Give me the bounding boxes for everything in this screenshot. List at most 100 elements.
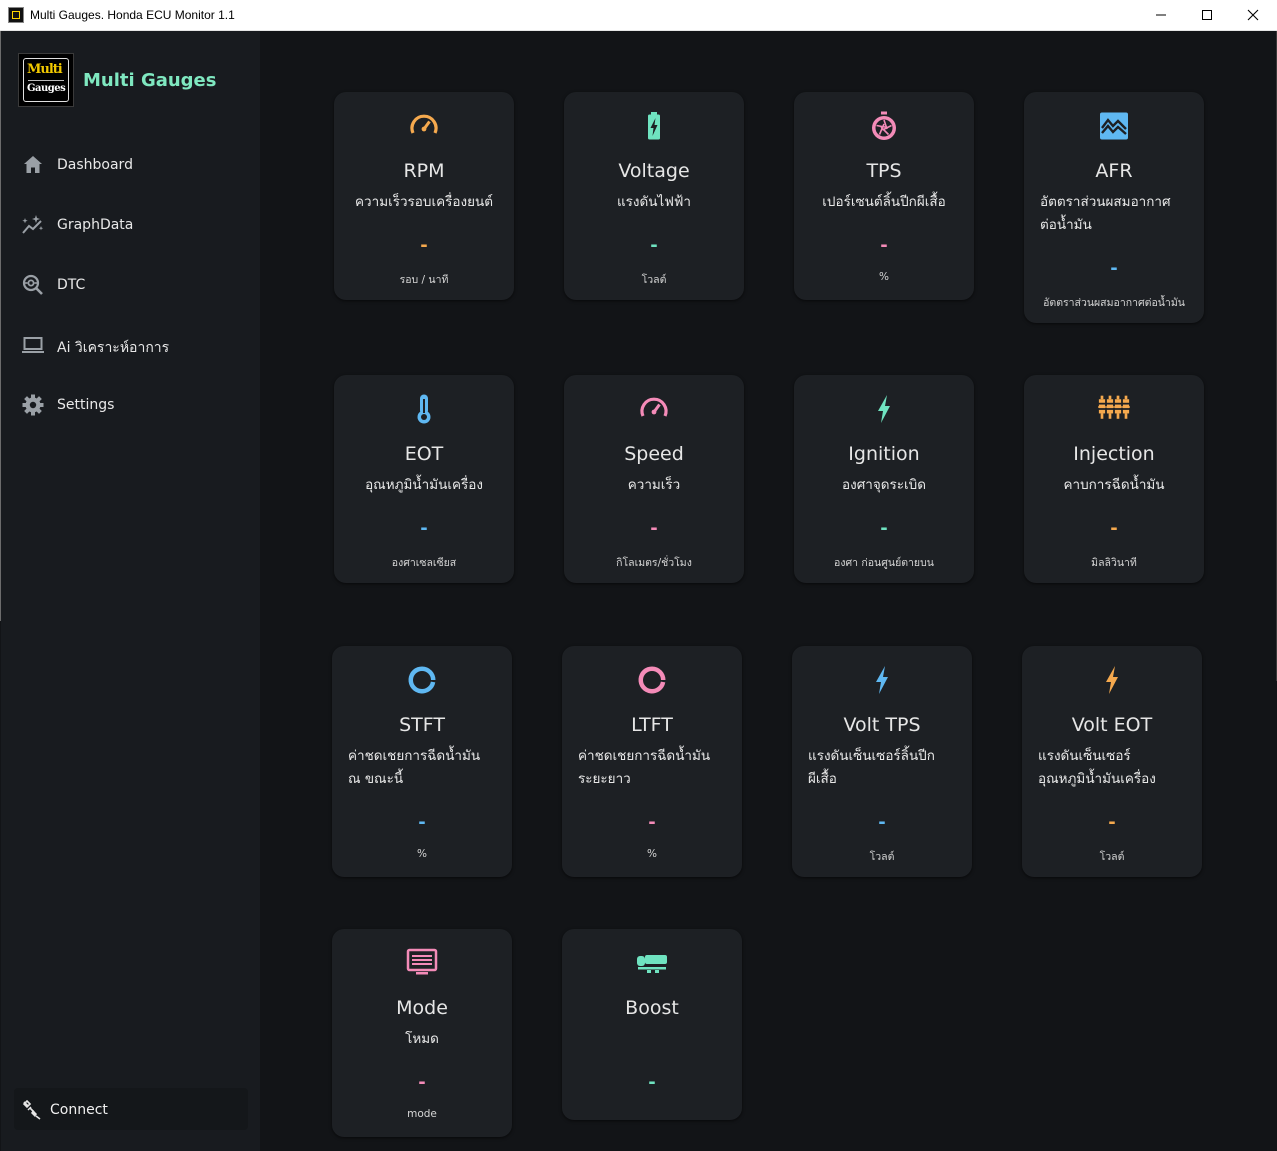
gauge-card-volt-eot[interactable]: Volt EOT แรงดันเซ็นเซอร์ อุณหภูมิน้ำมันเ… (1022, 646, 1202, 877)
sidebar-item-settings[interactable]: Settings (21, 388, 251, 420)
gauge-unit: % (879, 271, 889, 283)
connect-button[interactable]: Connect (14, 1088, 248, 1130)
gauge-unit: องศาเซลเซียส (391, 557, 457, 569)
thermometer-icon (417, 394, 431, 424)
gauge-card-voltage[interactable]: Voltage แรงดันไฟฟ้า - โวลต์ (564, 92, 744, 300)
gauge-value: - (880, 235, 888, 256)
lightning-icon (1106, 666, 1118, 694)
sidebar-item-label: GraphData (57, 217, 134, 233)
close-button[interactable] (1230, 0, 1276, 31)
gauge-title: Speed (624, 443, 684, 465)
gauge-subtitle-line: อุณหภูมิน้ำมันเครื่อง (1038, 771, 1156, 787)
gauge-subtitle-line: แรงดันเซ็นเซอร์ลิ้นปีก (808, 748, 935, 764)
gauge-value: - (1108, 812, 1116, 833)
gauge-card-rpm[interactable]: RPM ความเร็วรอบเครื่องยนต์ - รอบ / นาที (334, 92, 514, 300)
gauge-unit: มิลลิวินาที (1091, 557, 1137, 569)
gauge-title: Ignition (848, 443, 920, 465)
gauge-unit: % (647, 848, 657, 860)
sidebar-item-ai-analysis[interactable]: Ai วิเคราะห์อาการ (21, 328, 251, 360)
sidebar-item-graphdata[interactable]: GraphData (21, 208, 251, 240)
donut-icon (408, 666, 436, 694)
wave-chart-icon (1100, 112, 1128, 140)
gauge-value: - (880, 518, 888, 539)
sidebar-item-dashboard[interactable]: Dashboard (21, 148, 251, 180)
gauge-card-boost[interactable]: Boost - (562, 929, 742, 1120)
gauge-subtitle: อุณหภูมิน้ำมันเครื่อง (365, 477, 483, 493)
minimize-icon (1156, 14, 1166, 16)
connect-label: Connect (50, 1102, 108, 1118)
gauge-subtitle-line: ณ ขณะนี้ (348, 771, 404, 787)
gauge-subtitle: เปอร์เซนต์ลิ้นปีกผีเสื้อ (822, 194, 946, 210)
gauge-value: - (418, 1072, 426, 1093)
gauge-card-stft[interactable]: STFT ค่าชดเชยการฉีดน้ำมัน ณ ขณะนี้ - % (332, 646, 512, 877)
gauge-unit: กิโลเมตร/ชั่วโมง (616, 557, 692, 569)
minimize-button[interactable] (1138, 0, 1184, 31)
gauge-subtitle: โหมด (405, 1031, 439, 1047)
gauge-title: RPM (403, 160, 445, 182)
logo-text-multi: Multi (27, 62, 63, 77)
app-logo: Multi Gauges (18, 53, 74, 107)
gauge-title: Injection (1073, 443, 1155, 465)
gauge-value: - (1110, 518, 1118, 539)
gauge-subtitle: แรงดันเซ็นเซอร์ลิ้นปีก ผีเสื้อ (808, 745, 964, 791)
gauge-unit: อัตตราส่วนผสมอากาศต่อน้ำมัน (1043, 297, 1185, 309)
gauge-card-afr[interactable]: AFR อัตตราส่วนผสมอากาศ ต่อน้ำมัน - อัตตร… (1024, 92, 1204, 323)
sidebar-item-label: Ai วิเคราะห์อาการ (57, 340, 170, 356)
gauge-value: - (650, 518, 658, 539)
gauge-title: LTFT (631, 714, 673, 736)
gauge-subtitle: ค่าชดเชยการฉีดน้ำมัน ณ ขณะนี้ (348, 745, 504, 791)
window-title: Multi Gauges. Honda ECU Monitor 1.1 (30, 8, 235, 22)
gauge-unit: รอบ / นาที (399, 274, 449, 286)
gauge-value: - (650, 235, 658, 256)
sparkle-chart-icon (22, 215, 44, 234)
gauge-subtitle-line: ผีเสื้อ (808, 771, 837, 787)
donut-icon (638, 666, 666, 694)
gauge-value: - (878, 812, 886, 833)
gauge-title: Volt TPS (843, 714, 921, 736)
gauge-subtitle: อัตตราส่วนผสมอากาศ ต่อน้ำมัน (1040, 191, 1196, 237)
sidebar: Multi Gauges Multi Gauges Dashboard Grap… (1, 31, 260, 1151)
sidebar-item-dtc[interactable]: DTC (21, 268, 251, 300)
gauge-subtitle-line: แรงดันเซ็นเซอร์ (1038, 748, 1131, 764)
gauge-title: Voltage (618, 160, 690, 182)
gauge-unit: mode (407, 1108, 437, 1120)
gauge-title: TPS (866, 160, 902, 182)
laptop-icon (22, 337, 44, 353)
gauge-unit: โวลต์ (869, 851, 895, 863)
gauge-card-injection[interactable]: Injection คาบการฉีดน้ำมัน - มิลลิวินาที (1024, 375, 1204, 583)
lightning-icon (876, 666, 888, 694)
gauge-value: - (648, 1072, 656, 1093)
gauge-card-ignition[interactable]: Ignition องศาจุดระเบิด - องศา ก่อนศูนย์ต… (794, 375, 974, 583)
gauge-value: - (418, 812, 426, 833)
battery-charging-icon (648, 112, 660, 140)
gauge-subtitle-line: ค่าชดเชยการฉีดน้ำมัน (348, 748, 481, 764)
gauge-subtitle-line: ระยะยาว (578, 771, 631, 787)
gauge-card-speed[interactable]: Speed ความเร็ว - กิโลเมตร/ชั่วโมง (564, 375, 744, 583)
gear-icon (22, 394, 44, 416)
sidebar-item-label: Settings (57, 397, 115, 413)
maximize-icon (1202, 10, 1212, 20)
maximize-button[interactable] (1184, 0, 1230, 31)
gauge-subtitle: ค่าชดเชยการฉีดน้ำมัน ระยะยาว (578, 745, 734, 791)
gauge-subtitle: คาบการฉีดน้ำมัน (1063, 477, 1165, 493)
gauge-card-mode[interactable]: Mode โหมด - mode (332, 929, 512, 1137)
gauge-card-volt-tps[interactable]: Volt TPS แรงดันเซ็นเซอร์ลิ้นปีก ผีเสื้อ … (792, 646, 972, 877)
sidebar-item-label: Dashboard (57, 157, 133, 173)
home-icon (24, 156, 42, 173)
gauge-card-eot[interactable]: EOT อุณหภูมิน้ำมันเครื่อง - องศาเซลเซียส (334, 375, 514, 583)
window-titlebar: Multi Gauges. Honda ECU Monitor 1.1 (0, 0, 1277, 31)
injectors-icon (1098, 395, 1130, 419)
brand-name: Multi Gauges (83, 70, 217, 91)
gauge-card-ltft[interactable]: LTFT ค่าชดเชยการฉีดน้ำมัน ระยะยาว - % (562, 646, 742, 877)
gauge-unit: % (417, 848, 427, 860)
gauge-unit: โวลต์ (641, 274, 667, 286)
gauge-subtitle: แรงดันไฟฟ้า (616, 194, 692, 210)
gauge-value: - (1110, 258, 1118, 279)
gauge-value: - (420, 235, 428, 256)
gauge-card-tps[interactable]: TPS เปอร์เซนต์ลิ้นปีกผีเสื้อ - % (794, 92, 974, 300)
app-icon (8, 7, 24, 23)
gauge-title: Boost (625, 997, 679, 1019)
gauge-title: STFT (399, 714, 445, 736)
gauge-subtitle-line: อัตตราส่วนผสมอากาศ (1040, 194, 1171, 210)
monitor-icon (406, 948, 438, 975)
